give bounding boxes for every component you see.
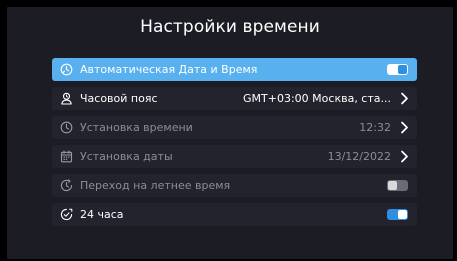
setting-label: Автоматическая Дата и Время <box>80 63 258 76</box>
setting-auto-date-time[interactable]: Автоматическая Дата и Время <box>52 58 417 81</box>
setting-24-hour[interactable]: 24 часа <box>52 203 417 226</box>
setting-label: Установка даты <box>80 150 173 163</box>
clock-icon <box>60 121 73 134</box>
chevron-right-icon <box>401 92 408 105</box>
chevron-right-icon <box>401 121 408 134</box>
toggle-knob <box>398 210 407 219</box>
chevron-right-icon <box>401 150 408 163</box>
daylight-saving-toggle[interactable] <box>387 180 408 191</box>
setting-date[interactable]: Установка даты 13/12/2022 <box>52 145 417 168</box>
setting-value: GMT+03:00 Москва, ста... <box>243 92 391 105</box>
auto-clock-icon <box>60 63 73 76</box>
page-title: Настройки времени <box>140 17 320 37</box>
timezone-icon <box>61 92 72 105</box>
toggle-knob <box>398 65 407 74</box>
setting-label: Установка времени <box>80 121 193 134</box>
setting-daylight-saving[interactable]: Переход на летнее время <box>52 174 417 197</box>
setting-value: 13/12/2022 <box>327 150 391 163</box>
setting-label: Переход на летнее время <box>80 179 231 192</box>
setting-value: 12:32 <box>359 121 391 134</box>
time-settings-screen: Настройки времени Автоматическая Дата и … <box>7 7 453 259</box>
auto-date-time-toggle[interactable] <box>387 64 408 75</box>
daylight-clock-icon <box>60 179 73 192</box>
clock-24-icon <box>60 208 73 221</box>
calendar-icon <box>60 150 73 163</box>
24-hour-toggle[interactable] <box>387 209 408 220</box>
setting-label: Часовой пояс <box>80 92 158 105</box>
toggle-knob <box>388 181 397 190</box>
setting-label: 24 часа <box>80 208 124 221</box>
setting-time[interactable]: Установка времени 12:32 <box>52 116 417 139</box>
setting-timezone[interactable]: Часовой пояс GMT+03:00 Москва, ста... <box>52 87 417 110</box>
